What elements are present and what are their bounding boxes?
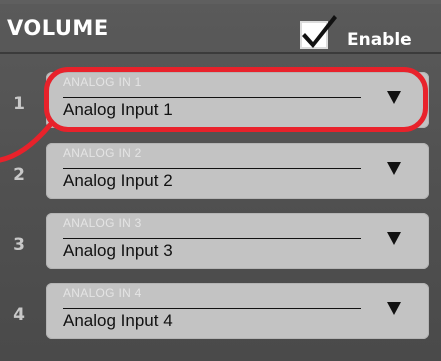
row-number: 3	[13, 235, 25, 255]
select-caption: ANALOG IN 2	[63, 146, 142, 160]
enable-checkbox[interactable]	[300, 15, 337, 49]
select-caption: ANALOG IN 4	[63, 286, 142, 300]
input-select-3[interactable]: ANALOG IN 3 Analog Input 3	[46, 213, 429, 269]
select-underline	[63, 97, 361, 98]
row-number: 1	[13, 94, 25, 114]
panel-title: VOLUME	[7, 16, 109, 40]
dropdown-arrow-icon[interactable]	[387, 232, 401, 245]
input-select-4[interactable]: ANALOG IN 4 Analog Input 4	[46, 283, 429, 339]
select-caption: ANALOG IN 3	[63, 216, 142, 230]
select-value: Analog Input 4	[63, 311, 173, 330]
enable-toggle[interactable]: Enable	[300, 14, 430, 50]
input-select-1[interactable]: ANALOG IN 1 Analog Input 1	[46, 72, 429, 128]
row-number: 2	[13, 165, 25, 185]
select-caption: ANALOG IN 1	[63, 75, 142, 89]
input-row-1: 1 ANALOG IN 1 Analog Input 1	[0, 72, 441, 132]
header-divider	[0, 52, 441, 54]
select-underline	[63, 238, 361, 239]
checkmark-icon	[302, 15, 337, 48]
input-row-4: 4 ANALOG IN 4 Analog Input 4	[0, 283, 441, 343]
volume-panel: VOLUME Enable 1 ANALOG IN 1 Analog Input…	[0, 0, 441, 361]
panel-top-edge	[0, 0, 441, 4]
dropdown-arrow-icon[interactable]	[387, 91, 401, 104]
input-row-3: 3 ANALOG IN 3 Analog Input 3	[0, 213, 441, 273]
enable-label: Enable	[347, 30, 412, 50]
row-number: 4	[13, 305, 25, 325]
dropdown-arrow-icon[interactable]	[387, 302, 401, 315]
dropdown-arrow-icon[interactable]	[387, 162, 401, 175]
select-value: Analog Input 2	[63, 171, 173, 190]
select-value: Analog Input 1	[63, 100, 173, 119]
input-select-2[interactable]: ANALOG IN 2 Analog Input 2	[46, 143, 429, 199]
select-underline	[63, 168, 361, 169]
input-row-2: 2 ANALOG IN 2 Analog Input 2	[0, 143, 441, 203]
select-value: Analog Input 3	[63, 241, 173, 260]
select-underline	[63, 308, 361, 309]
